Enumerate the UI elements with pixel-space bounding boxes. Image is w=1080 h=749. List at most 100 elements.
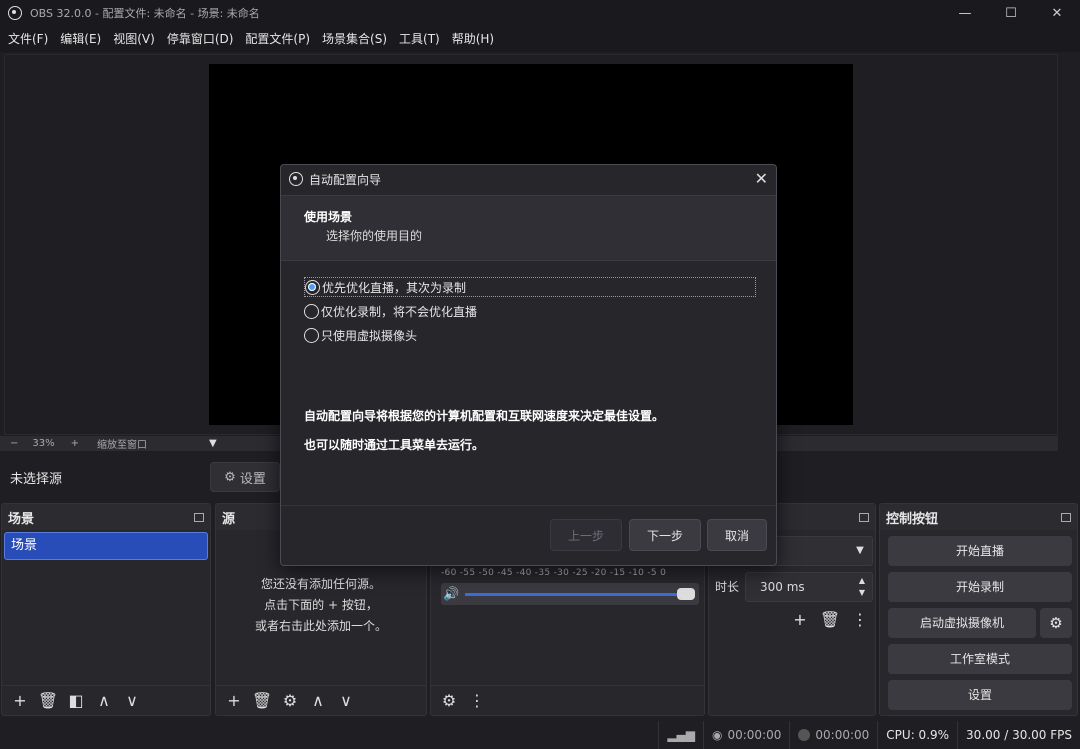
- maximize-button[interactable]: ☐: [988, 0, 1034, 26]
- scene-list-item[interactable]: 场景: [4, 532, 208, 560]
- spin-down-icon[interactable]: ▼: [859, 587, 865, 599]
- menu-help[interactable]: 帮助(H): [446, 28, 500, 50]
- cancel-button[interactable]: 取消: [707, 519, 767, 551]
- spin-up-icon[interactable]: ▲: [859, 575, 865, 587]
- record-status: 00:00:00: [789, 721, 877, 749]
- arrow-up-icon[interactable]: ∧: [90, 688, 118, 714]
- duration-label: 时长: [715, 580, 740, 594]
- menu-bar: 文件(F) 编辑(E) 视图(V) 停靠窗口(D) 配置文件(P) 场景集合(S…: [0, 26, 1080, 52]
- no-source-label: 未选择源: [10, 471, 63, 487]
- status-bar: ▂▄▆ ◉ 00:00:00 00:00:00 CPU: 0.9% 30.00 /…: [0, 721, 1080, 749]
- minimize-button[interactable]: —: [942, 0, 988, 26]
- menu-edit[interactable]: 编辑(E): [54, 28, 107, 50]
- dialog-close-button[interactable]: ✕: [755, 169, 768, 188]
- filter-icon[interactable]: ◧: [62, 688, 90, 714]
- zoom-value: 33%: [32, 438, 55, 449]
- volume-slider[interactable]: 🔊: [441, 583, 699, 605]
- option-virtual-camera-only[interactable]: 只使用虚拟摄像头: [304, 325, 417, 345]
- more-options-icon[interactable]: ⋮: [463, 688, 491, 714]
- menu-file[interactable]: 文件(F): [2, 28, 54, 50]
- option-label: 优先优化直播，其次为录制: [322, 280, 467, 295]
- menu-view[interactable]: 视图(V): [107, 28, 161, 50]
- no-sources-line: 点击下面的 + 按钮，: [264, 598, 378, 612]
- arrow-down-icon[interactable]: ∨: [118, 688, 146, 714]
- obs-logo-icon: [289, 172, 303, 186]
- duration-input[interactable]: 300 ms ▲ ▼: [745, 572, 873, 602]
- menu-scene-collection[interactable]: 场景集合(S): [316, 28, 393, 50]
- controls-dock: 控制按钮 开始直播 开始录制 启动虚拟摄像机 ⚙ 工作室模式 设置: [879, 503, 1078, 716]
- settings-button[interactable]: 设置: [888, 680, 1072, 710]
- trash-icon[interactable]: 🗑: [34, 688, 62, 714]
- undock-icon[interactable]: [194, 512, 204, 522]
- menu-tools[interactable]: 工具(T): [393, 28, 446, 50]
- dialog-title: 自动配置向导: [309, 172, 382, 187]
- volume-slider-handle[interactable]: [677, 588, 695, 600]
- source-settings-label: 设置: [239, 471, 266, 487]
- start-streaming-button[interactable]: 开始直播: [888, 536, 1072, 566]
- start-virtual-camera-button[interactable]: 启动虚拟摄像机: [888, 608, 1036, 638]
- option-record-only[interactable]: 仅优化录制，将不会优化直播: [304, 301, 477, 321]
- auto-config-wizard-dialog: 自动配置向导 ✕ 使用场景 选择你的使用目的 优先优化直播，其次为录制 仅优化录…: [280, 164, 777, 566]
- undock-icon[interactable]: [1061, 512, 1071, 522]
- chevron-down-icon[interactable]: ▼: [209, 438, 217, 449]
- scenes-dock: 场景 场景 + 🗑 ◧ ∧ ∨: [1, 503, 211, 716]
- gear-icon: ⚙: [224, 469, 236, 485]
- network-status: ▂▄▆: [658, 721, 703, 749]
- option-stream-priority[interactable]: 优先优化直播，其次为录制: [304, 277, 756, 297]
- advanced-audio-icon[interactable]: ⚙: [435, 688, 463, 714]
- speaker-icon[interactable]: 🔊: [443, 587, 459, 602]
- no-sources-message[interactable]: 您还没有添加任何源。 点击下面的 + 按钮， 或者右击此处添加一个。: [216, 574, 426, 637]
- add-icon[interactable]: +: [220, 688, 248, 714]
- dialog-info-text-2: 也可以随时通过工具菜单去运行。: [304, 438, 485, 452]
- scenes-title: 场景: [8, 511, 35, 527]
- trash-icon[interactable]: 🗑: [815, 606, 845, 632]
- chevron-down-icon: ▼: [856, 545, 864, 556]
- dialog-header-title: 使用场景: [304, 210, 353, 224]
- next-button[interactable]: 下一步: [629, 519, 701, 551]
- gear-icon[interactable]: ⚙: [276, 688, 304, 714]
- radio-icon[interactable]: [304, 303, 319, 319]
- radio-icon[interactable]: [304, 327, 319, 343]
- sources-title: 源: [222, 511, 236, 527]
- mixer-db-scale: -60 -55 -50 -45 -40 -35 -30 -25 -20 -15 …: [441, 568, 667, 578]
- dialog-header: 使用场景 选择你的使用目的: [281, 195, 776, 261]
- close-button[interactable]: ✕: [1034, 0, 1080, 26]
- studio-mode-button[interactable]: 工作室模式: [888, 644, 1072, 674]
- undock-icon[interactable]: [859, 512, 869, 522]
- record-icon: [798, 729, 811, 741]
- stream-status: ◉ 00:00:00: [703, 721, 789, 749]
- option-label: 仅优化录制，将不会优化直播: [321, 304, 478, 319]
- source-settings-button[interactable]: ⚙ 设置: [210, 462, 280, 492]
- option-label: 只使用虚拟摄像头: [321, 328, 418, 343]
- zoom-in-button[interactable]: +: [71, 438, 79, 449]
- arrow-up-icon[interactable]: ∧: [304, 688, 332, 714]
- zoom-mode-select[interactable]: 缩放至窗口: [97, 436, 217, 451]
- arrow-down-icon[interactable]: ∨: [332, 688, 360, 714]
- stream-time: 00:00:00: [727, 728, 782, 742]
- radio-selected-icon[interactable]: [305, 279, 320, 295]
- virtual-camera-settings-gear-icon[interactable]: ⚙: [1040, 608, 1072, 638]
- menu-profile[interactable]: 配置文件(P): [239, 28, 316, 50]
- fps-display: 30.00 / 30.00 FPS: [957, 721, 1080, 749]
- add-icon[interactable]: +: [6, 688, 34, 714]
- menu-docks[interactable]: 停靠窗口(D): [161, 28, 240, 50]
- cpu-usage: CPU: 0.9%: [877, 721, 957, 749]
- zoom-out-button[interactable]: −: [10, 438, 18, 449]
- add-icon[interactable]: +: [785, 606, 815, 632]
- back-button[interactable]: 上一步: [550, 519, 622, 551]
- dialog-header-subtitle: 选择你的使用目的: [326, 229, 423, 243]
- no-sources-line: 您还没有添加任何源。: [260, 577, 381, 591]
- stream-icon: ◉: [712, 728, 723, 742]
- controls-title: 控制按钮: [886, 511, 939, 527]
- no-sources-line: 或者右击此处添加一个。: [254, 619, 387, 633]
- start-recording-button[interactable]: 开始录制: [888, 572, 1072, 602]
- volume-slider-track: [465, 593, 693, 596]
- record-time: 00:00:00: [815, 728, 870, 742]
- duration-value: 300 ms: [760, 580, 805, 594]
- dialog-footer: 上一步 下一步 取消: [281, 505, 776, 565]
- obs-logo-icon: [8, 6, 22, 20]
- title-bar: OBS 32.0.0 - 配置文件: 未命名 - 场景: 未命名 — ☐ ✕: [0, 0, 1080, 26]
- more-options-icon[interactable]: ⋮: [845, 606, 875, 632]
- trash-icon[interactable]: 🗑: [248, 688, 276, 714]
- window-title: OBS 32.0.0 - 配置文件: 未命名 - 场景: 未命名: [30, 7, 260, 20]
